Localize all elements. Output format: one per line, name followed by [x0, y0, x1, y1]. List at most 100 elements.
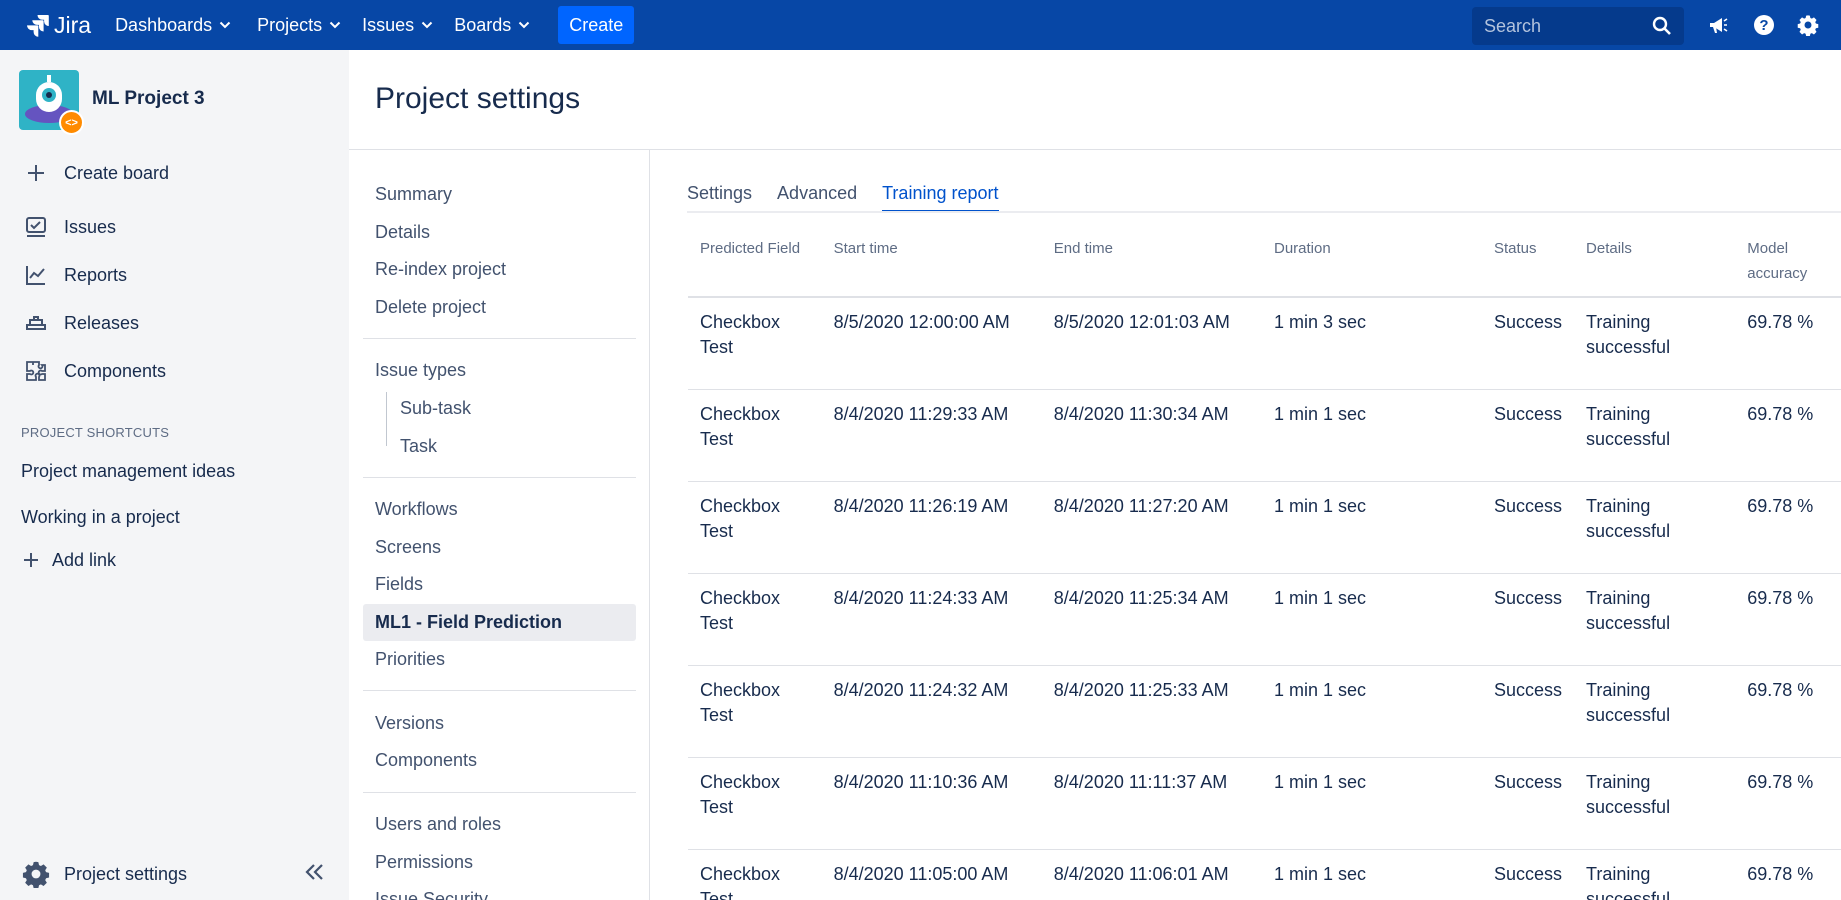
start-time-cell: 8/4/2020 11:24:32 AM: [821, 665, 1042, 758]
tab-training-report[interactable]: Training report: [882, 183, 999, 213]
end-time-cell: 8/4/2020 11:25:33 AM: [1041, 665, 1262, 758]
chevron-down-icon: [329, 21, 341, 29]
menu-item-sub-task[interactable]: Sub-task: [400, 398, 471, 419]
nav-boards[interactable]: Boards: [454, 15, 530, 36]
accuracy-cell: 69.78 %: [1735, 389, 1841, 482]
tab-settings[interactable]: Settings: [687, 183, 752, 213]
duration-cell: 1 min 1 sec: [1261, 665, 1482, 758]
nav-label: Boards: [454, 14, 512, 35]
sidebar-item-project-settings[interactable]: Project settings: [22, 860, 187, 888]
reports-icon: [22, 261, 50, 289]
column-header: Details: [1574, 226, 1736, 298]
project-name[interactable]: ML Project 3: [92, 88, 205, 110]
sidebar-item-label: Issues: [64, 216, 117, 237]
end-time-cell: 8/4/2020 11:30:34 AM: [1041, 389, 1262, 482]
column-header: Start time: [821, 226, 1042, 298]
end-time-cell: 8/5/2020 12:01:03 AM: [1041, 297, 1262, 390]
details-cell: Training successful: [1574, 389, 1736, 482]
notifications-megaphone-icon[interactable]: [1707, 14, 1729, 41]
tabs-underline: [687, 211, 1841, 213]
predicted-field-cell: Checkbox Test: [688, 297, 822, 390]
accuracy-cell: 69.78 %: [1735, 297, 1841, 390]
menu-item-delete-project[interactable]: Delete project: [363, 289, 636, 326]
menu-item-priorities[interactable]: Priorities: [363, 641, 636, 678]
predicted-field-cell: Checkbox Test: [688, 481, 822, 574]
menu-item-ml1-field-prediction[interactable]: ML1 - Field Prediction: [363, 604, 636, 641]
table-row: Checkbox Test 8/4/2020 11:24:33 AM 8/4/2…: [688, 573, 1841, 666]
predicted-field-cell: Checkbox Test: [688, 757, 822, 850]
search-input[interactable]: Search: [1472, 7, 1684, 45]
menu-item-workflows[interactable]: Workflows: [363, 491, 636, 528]
accuracy-cell: 69.78 %: [1735, 573, 1841, 666]
collapse-sidebar-icon[interactable]: [302, 862, 326, 887]
training-report-table: Predicted Field Start time End time Dura…: [688, 226, 1841, 900]
accuracy-cell: 69.78 %: [1735, 481, 1841, 574]
issues-icon: [22, 213, 50, 241]
settings-tabs: Settings Advanced Training report: [687, 183, 1024, 213]
table-row: Checkbox Test 8/4/2020 11:29:33 AM 8/4/2…: [688, 389, 1841, 482]
menu-item-issue-types[interactable]: Issue types: [363, 352, 636, 389]
end-time-cell: 8/4/2020 11:27:20 AM: [1041, 481, 1262, 574]
help-icon[interactable]: ?: [1753, 14, 1775, 41]
page-title: Project settings: [375, 82, 581, 115]
project-shortcuts-heading: PROJECT SHORTCUTS: [21, 425, 170, 440]
details-cell: Training successful: [1574, 573, 1736, 666]
table-row: Checkbox Test 8/4/2020 11:24:32 AM 8/4/2…: [688, 665, 1841, 758]
search-icon: [1652, 16, 1672, 41]
predicted-field-cell: Checkbox Test: [688, 573, 822, 666]
status-cell: Success: [1482, 573, 1575, 666]
duration-cell: 1 min 1 sec: [1261, 849, 1482, 900]
menu-divider: [649, 150, 650, 900]
nav-projects[interactable]: Projects: [257, 15, 341, 36]
add-link-label: Add link: [52, 549, 117, 570]
menu-item-details[interactable]: Details: [363, 214, 636, 251]
brand-name: Jira: [54, 11, 92, 38]
shortcut-link[interactable]: Project management ideas: [21, 461, 235, 482]
accuracy-cell: 69.78 %: [1735, 665, 1841, 758]
create-button[interactable]: Create: [558, 6, 635, 44]
nav-dashboards[interactable]: Dashboards: [115, 15, 231, 36]
details-cell: Training successful: [1574, 481, 1736, 574]
menu-item-summary[interactable]: Summary: [363, 176, 636, 213]
jira-logo[interactable]: Jira: [26, 12, 91, 39]
sidebar-item-reports[interactable]: Reports: [22, 260, 127, 290]
nav-label: Dashboards: [115, 14, 213, 35]
menu-separator: [363, 792, 636, 793]
sidebar-item-components[interactable]: Components: [22, 356, 166, 386]
menu-item-screens[interactable]: Screens: [363, 529, 636, 566]
menu-item-permissions[interactable]: Permissions: [363, 844, 636, 881]
menu-item-versions[interactable]: Versions: [363, 705, 636, 742]
status-cell: Success: [1482, 389, 1575, 482]
project-sidebar: <> ML Project 3 Create board Issues Repo…: [0, 50, 349, 900]
details-cell: Training successful: [1574, 297, 1736, 390]
sidebar-item-releases[interactable]: Releases: [22, 308, 139, 338]
menu-item-components[interactable]: Components: [363, 742, 636, 779]
chevron-down-icon: [518, 21, 530, 29]
column-header: End time: [1041, 226, 1262, 298]
menu-item-reindex[interactable]: Re-index project: [363, 251, 636, 288]
chevron-down-icon: [421, 21, 433, 29]
sidebar-item-issues[interactable]: Issues: [22, 212, 116, 242]
duration-cell: 1 min 3 sec: [1261, 297, 1482, 390]
nav-label: Issues: [362, 14, 415, 35]
plus-icon: [22, 546, 40, 574]
sidebar-item-label: Components: [64, 360, 167, 381]
table-row: Checkbox Test 8/5/2020 12:00:00 AM 8/5/2…: [688, 297, 1841, 390]
tab-advanced[interactable]: Advanced: [777, 183, 857, 213]
shortcut-link[interactable]: Working in a project: [21, 507, 180, 528]
menu-item-fields[interactable]: Fields: [363, 566, 636, 603]
nav-issues[interactable]: Issues: [362, 15, 433, 36]
add-link-button[interactable]: Add link: [22, 545, 116, 575]
duration-cell: 1 min 1 sec: [1261, 573, 1482, 666]
search-placeholder: Search: [1484, 15, 1542, 36]
menu-item-users-and-roles[interactable]: Users and roles: [363, 806, 636, 843]
column-header: Status: [1482, 226, 1575, 298]
svg-text:?: ?: [1759, 17, 1768, 34]
header-divider: [349, 149, 1841, 150]
status-cell: Success: [1482, 297, 1575, 390]
menu-item-issue-security[interactable]: Issue Security: [363, 881, 636, 900]
menu-item-task[interactable]: Task: [400, 436, 437, 457]
settings-gear-icon[interactable]: [1797, 14, 1819, 41]
sidebar-item-create-board[interactable]: Create board: [22, 158, 169, 188]
start-time-cell: 8/4/2020 11:05:00 AM: [821, 849, 1042, 900]
